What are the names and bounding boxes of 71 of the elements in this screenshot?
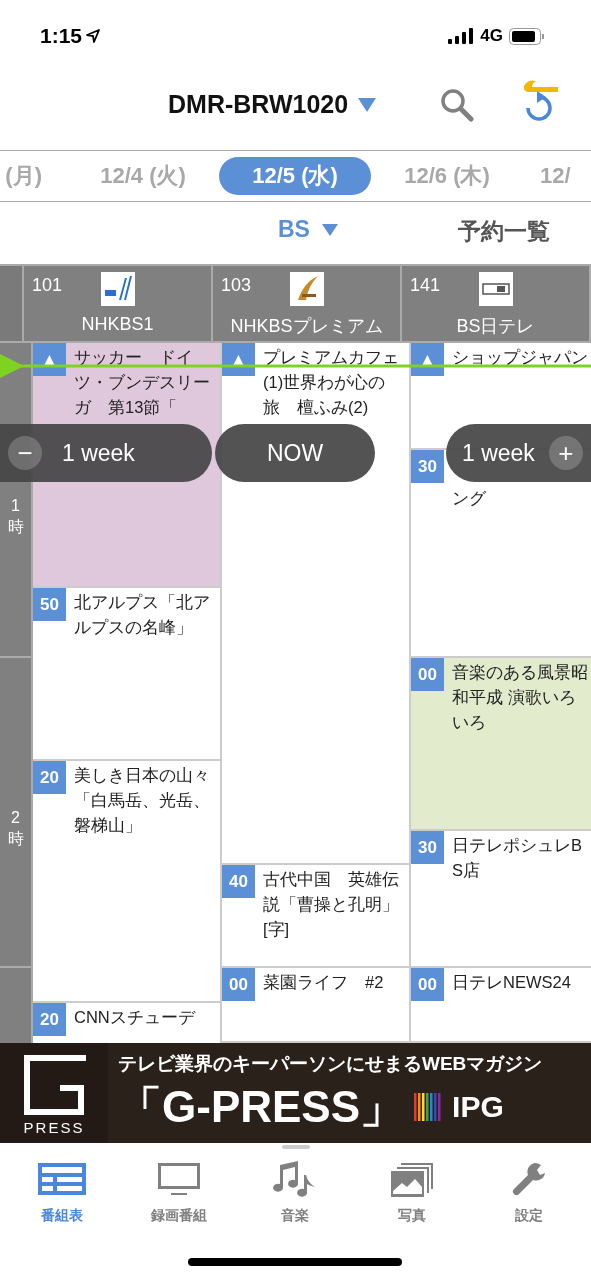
- channel-name: NHKBSプレミアム: [230, 315, 383, 338]
- program-title: プレミアムカフェ(1)世界わが心の旅 檀ふみ(2): [263, 347, 400, 418]
- start-minute: 20: [33, 761, 66, 794]
- brand-name: IPG: [452, 1090, 504, 1124]
- zoom-out-button[interactable]: −: [8, 436, 42, 470]
- rainbow-stripes-icon: [414, 1093, 443, 1121]
- signal-icon: [448, 28, 475, 44]
- tab-bar-item[interactable]: 音楽: [240, 1161, 351, 1225]
- zoom-in-toast[interactable]: 1 week +: [446, 424, 591, 482]
- program-title: CNNスチューデ: [74, 1007, 197, 1028]
- channel-name: BS日テレ: [456, 315, 535, 338]
- program-title: 古代中国 英雄伝説「曹操と孔明」[字]: [263, 869, 400, 940]
- tab-bar-item[interactable]: 録画番組: [123, 1161, 234, 1225]
- logo-text: PRESS: [23, 1119, 85, 1136]
- tab-bar-item[interactable]: 写真: [357, 1161, 468, 1225]
- start-minute: 30: [411, 831, 444, 864]
- start-minute: 00: [411, 968, 444, 1001]
- channel-logo-icon: [100, 272, 135, 306]
- search-icon[interactable]: [440, 88, 474, 122]
- hour-label: 2時: [7, 808, 24, 849]
- channel-number: 101: [32, 275, 63, 296]
- program-title: 日テレポシュレBS店: [452, 835, 583, 881]
- table-icon: [37, 1161, 88, 1197]
- drawer-handle[interactable]: [281, 1145, 310, 1149]
- channel-number: 103: [221, 275, 252, 296]
- program-title: 音楽のある風景昭和平成 演歌いろいろ: [452, 662, 589, 733]
- channel-logo-icon: [289, 272, 324, 306]
- zoom-out-toast[interactable]: − 1 week: [0, 424, 212, 482]
- program-title: 北アルプス「北アルプスの名峰」: [74, 592, 211, 638]
- channel-header[interactable]: 103 NHKBSプレミアム: [213, 266, 402, 341]
- start-minute: 50: [33, 588, 66, 621]
- start-minute: 00: [411, 658, 444, 691]
- start-minute: 30: [411, 450, 444, 483]
- start-minute: 40: [222, 865, 255, 898]
- program-title: サッカー ドイツ・ブンデスリーガ 第13節「: [74, 347, 211, 418]
- program-title: ショップジャパン: [452, 347, 589, 368]
- channel-header[interactable]: 141 BS日テレ: [402, 266, 591, 341]
- channel-name: NHKBS1: [81, 314, 154, 335]
- program-cell[interactable]: 00 日テレNEWS24: [411, 968, 591, 1043]
- ad-tagline: テレビ業界のキーパーソンにせまるWEBマガジン: [118, 1052, 544, 1076]
- channel-number: 141: [410, 275, 441, 296]
- channel-header[interactable]: 101 NHKBS1: [24, 266, 213, 341]
- channel-logo-icon: [478, 272, 513, 306]
- zoom-in-button[interactable]: +: [548, 436, 583, 470]
- program-title: 美しき日本の山々「白馬岳、光岳、磐梯山」: [74, 765, 211, 836]
- program-cell[interactable]: 20 美しき日本の山々「白馬岳、光岳、磐梯山」: [33, 761, 220, 1003]
- program-cell[interactable]: 40 古代中国 英雄伝説「曹操と孔明」[字]: [222, 865, 409, 968]
- ad-title: 「G-PRESS」: [118, 1081, 405, 1133]
- start-minute: 20: [33, 1003, 66, 1036]
- program-cell[interactable]: 00 音楽のある風景昭和平成 演歌いろいろ: [411, 658, 591, 831]
- clock-time: 1:15: [40, 24, 83, 48]
- zoom-out-label: 1 week: [62, 439, 135, 467]
- tab-bar-item[interactable]: 設定: [473, 1161, 584, 1225]
- network-label: 4G: [480, 26, 503, 46]
- reservation-list-link[interactable]: 予約一覧: [458, 216, 550, 247]
- ad-banner[interactable]: PRESS テレビ業界のキーパーソンにせまるWEBマガジン 「G-PRESS」 IPG: [0, 1043, 591, 1143]
- location-arrow-icon: [86, 29, 101, 43]
- now-button[interactable]: NOW: [215, 424, 375, 482]
- program-title: 日テレNEWS24: [452, 972, 572, 993]
- tab-bar-item[interactable]: 番組表: [7, 1161, 118, 1225]
- program-title: 菜園ライフ #2: [263, 972, 385, 993]
- battery-icon: [509, 27, 545, 45]
- dropdown-caret-icon: [321, 223, 338, 236]
- device-selector[interactable]: DMR-BRW1020: [168, 90, 377, 119]
- program-cell[interactable]: 50 北アルプス「北アルプスの名峰」: [33, 588, 220, 761]
- program-title: ング: [452, 488, 487, 509]
- dropdown-caret-icon: [358, 97, 377, 112]
- program-cell[interactable]: 00 菜園ライフ #2: [222, 968, 409, 1043]
- program-cell[interactable]: 30 日テレポシュレBS店: [411, 831, 591, 968]
- start-minute: 00: [222, 968, 255, 1001]
- hour-label: 1時: [7, 495, 24, 537]
